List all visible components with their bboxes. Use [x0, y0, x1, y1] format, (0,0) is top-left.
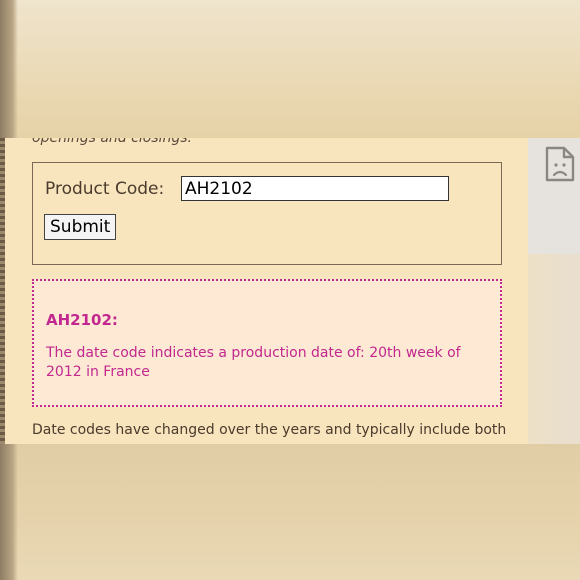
blurred-background-bottom — [0, 444, 580, 580]
product-code-form: Product Code: Submit — [32, 162, 502, 265]
result-title: AH2102: — [46, 311, 118, 329]
product-code-input[interactable] — [181, 176, 449, 201]
result-panel: AH2102: The date code indicates a produc… — [32, 279, 502, 407]
result-text: The date code indicates a production dat… — [46, 345, 461, 380]
blurred-background-top — [0, 0, 580, 138]
side-image-placeholder — [528, 138, 580, 254]
submit-button[interactable]: Submit — [44, 214, 117, 240]
broken-image-icon — [545, 146, 575, 182]
page-left-edge — [0, 138, 5, 444]
content-panel: openings and closings. Product Code: Sub… — [0, 138, 528, 444]
intro-truncated-text: openings and closings. — [32, 138, 192, 146]
product-code-label: Product Code: — [45, 179, 165, 199]
body-paragraph: Date codes have changed over the years a… — [32, 422, 507, 438]
